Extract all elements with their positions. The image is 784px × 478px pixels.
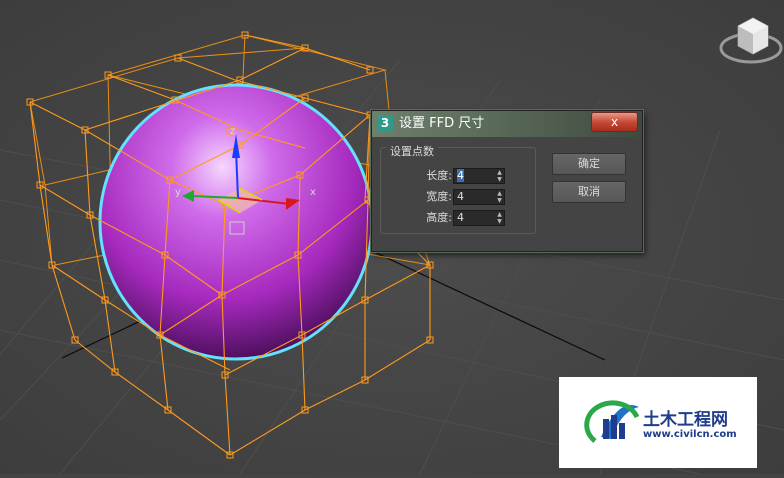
height-spinner[interactable]: 4 ▲ ▼ [453, 210, 505, 226]
app-3dsmax-icon: 3 [377, 115, 393, 131]
width-label: 宽度: [426, 190, 452, 203]
group-label: 设置点数 [386, 145, 438, 159]
watermark-title: 土木工程网 [643, 410, 728, 430]
cancel-button[interactable]: 取消 [552, 181, 626, 203]
length-input[interactable]: 4 [456, 169, 495, 183]
width-input[interactable]: 4 [456, 190, 495, 204]
gizmo-x-label: x [310, 187, 316, 198]
width-spin-arrows-icon[interactable]: ▲ ▼ [495, 190, 504, 204]
close-button[interactable]: x [591, 112, 638, 132]
watermark-url: www.civilcn.com [643, 429, 737, 440]
viewcube-icon[interactable] [718, 8, 784, 68]
watermark-emblem-icon [584, 400, 639, 443]
gizmo-y-label: y [175, 187, 181, 198]
dialog-titlebar[interactable]: 3 设置 FFD 尺寸 x [372, 111, 642, 137]
height-spin-arrows-icon[interactable]: ▲ ▼ [495, 211, 504, 225]
gizmo-z-label: z [230, 126, 235, 137]
dialog-title: 设置 FFD 尺寸 [399, 116, 485, 131]
height-label: 高度: [426, 211, 452, 224]
length-label: 长度: [426, 169, 452, 182]
ok-button[interactable]: 确定 [552, 153, 626, 175]
length-spinner[interactable]: 4 ▲ ▼ [453, 168, 505, 184]
length-spin-arrows-icon[interactable]: ▲ ▼ [495, 169, 504, 183]
height-input[interactable]: 4 [456, 211, 495, 225]
watermark-logo: 土木工程网 www.civilcn.com [559, 377, 757, 468]
width-spinner[interactable]: 4 ▲ ▼ [453, 189, 505, 205]
set-ffd-dimensions-dialog: 3 设置 FFD 尺寸 x 设置点数 长度: 4 ▲ ▼ 宽度: 4 ▲ ▼ 高度:… [371, 110, 643, 252]
